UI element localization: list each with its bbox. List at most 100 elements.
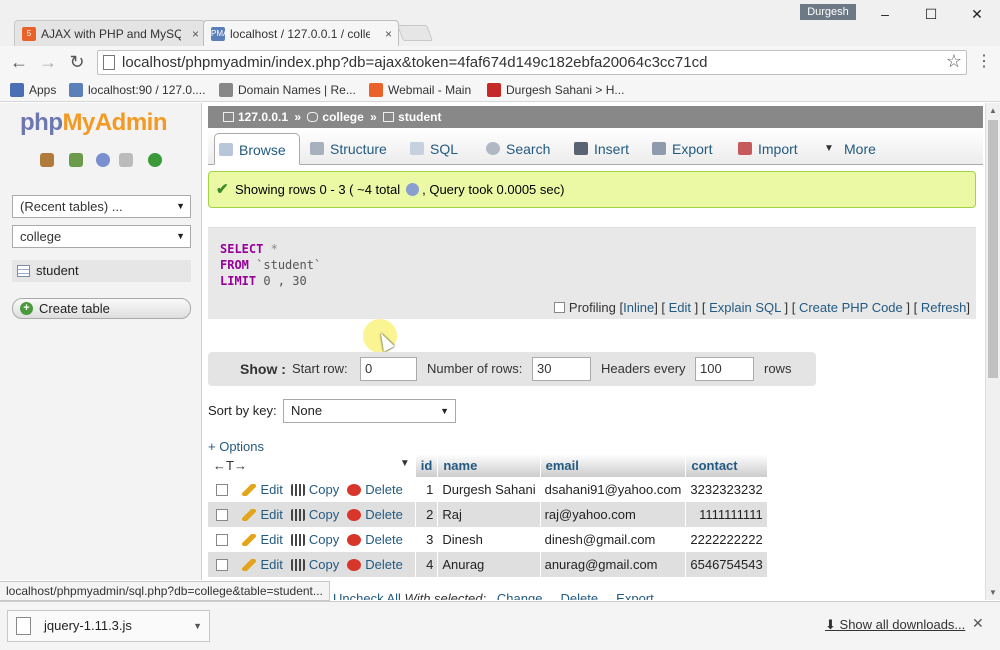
help-icon[interactable] — [96, 153, 110, 167]
recent-tables-select[interactable]: (Recent tables) ... ▼ — [12, 195, 191, 218]
show-all-downloads-link[interactable]: ⬇ Show all downloads... — [825, 617, 965, 633]
bulk-change-button[interactable]: Change — [497, 591, 543, 600]
tab-sql[interactable]: SQL — [406, 133, 458, 165]
breadcrumb-database[interactable]: college — [322, 110, 363, 124]
reload-navigation-icon[interactable] — [148, 153, 162, 167]
edit-row-button[interactable]: Edit — [242, 557, 283, 572]
bookmark-localhost[interactable]: localhost:90 / 127.0.... — [69, 82, 205, 98]
close-download-shelf-icon[interactable]: ✕ — [972, 615, 984, 632]
scroll-down-icon[interactable]: ▼ — [989, 588, 997, 597]
tab-export[interactable]: Export — [648, 133, 712, 165]
copy-row-button[interactable]: Copy — [290, 532, 340, 547]
tab-insert[interactable]: Insert — [570, 133, 629, 165]
headers-every-input[interactable]: 100 — [695, 357, 754, 381]
row-checkbox[interactable] — [216, 484, 228, 496]
create-table-button[interactable]: + Create table — [12, 298, 191, 319]
column-header-name[interactable]: name — [437, 454, 541, 477]
tree-item-student[interactable]: student — [12, 260, 191, 282]
tab-search[interactable]: Search — [482, 133, 550, 165]
maximize-icon[interactable]: ☐ — [916, 4, 946, 24]
number-of-rows-input[interactable]: 30 — [532, 357, 591, 381]
chrome-menu-icon[interactable]: ⋮ — [975, 51, 993, 73]
start-row-label: Start row: — [292, 361, 348, 376]
copy-row-button[interactable]: Copy — [290, 507, 339, 522]
help-icon[interactable] — [406, 183, 420, 196]
vertical-scrollbar[interactable]: ▲ ▼ — [985, 103, 1000, 600]
bookmark-webmail[interactable]: Webmail - Main — [369, 82, 471, 98]
edit-row-button[interactable]: Edit — [242, 532, 283, 547]
browser-tab-phpmyadmin[interactable]: PMA localhost / 127.0.0.1 / colle × — [203, 20, 399, 46]
edit-row-button[interactable]: Edit — [242, 507, 283, 522]
row-checkbox[interactable] — [216, 559, 228, 571]
bookmark-apps[interactable]: Apps — [10, 82, 56, 98]
uncheck-all-link[interactable]: Uncheck All — [333, 591, 401, 600]
delete-row-button[interactable]: Delete — [347, 532, 403, 547]
bulk-delete-button[interactable]: Delete — [561, 591, 599, 600]
back-arrow-icon[interactable]: ← — [8, 51, 30, 73]
show-label: Show : — [240, 361, 286, 377]
inline-link[interactable]: Inline — [623, 300, 654, 315]
edit-sql-link[interactable]: Edit — [669, 300, 691, 315]
profile-badge[interactable]: Durgesh — [800, 4, 856, 20]
start-row-input[interactable]: 0 — [360, 357, 417, 381]
row-checkbox[interactable] — [216, 509, 228, 521]
scrollbar-thumb[interactable] — [988, 120, 998, 378]
bookmark-star-icon[interactable]: ☆ — [946, 51, 962, 72]
new-tab-button[interactable] — [397, 25, 433, 41]
dropdown-caret-icon[interactable]: ▼ — [193, 611, 202, 641]
row-checkbox[interactable] — [216, 534, 228, 546]
options-toggle[interactable]: + Options — [208, 439, 264, 454]
sort-by-key-select[interactable]: None ▼ — [283, 399, 456, 423]
bookmarks-bar: Apps localhost:90 / 127.0.... Domain Nam… — [0, 78, 1000, 102]
table-row: Edit Copy Delete 4 Anurag anurag@gmail.com… — [208, 552, 768, 577]
tab-close-icon[interactable]: × — [192, 21, 199, 46]
column-header-contact[interactable]: contact — [685, 454, 768, 477]
tab-label: SQL — [430, 141, 459, 157]
tab-more[interactable]: ▼ More — [820, 133, 876, 165]
delete-row-button[interactable]: Delete — [347, 482, 403, 497]
copy-icon — [290, 559, 305, 571]
profiling-checkbox[interactable] — [553, 302, 565, 313]
bulk-export-button[interactable]: Export — [616, 591, 654, 600]
cell-id: 1 — [415, 477, 439, 502]
edit-row-button[interactable]: Edit — [242, 482, 283, 497]
url-text[interactable]: localhost/phpmyadmin/index.php?db=ajax&t… — [122, 54, 707, 71]
sort-caret-icon[interactable]: ▼ — [400, 458, 410, 469]
tab-browse[interactable]: Browse — [214, 133, 300, 165]
copy-row-button[interactable]: Copy — [290, 482, 339, 497]
download-item[interactable]: jquery-1.11.3.js ▼ — [7, 610, 210, 642]
phpmyadmin-logo[interactable]: phpMyAdmin — [20, 109, 167, 137]
bookmark-domain-names[interactable]: Domain Names | Re... — [219, 82, 356, 98]
dropdown-caret-icon: ▼ — [176, 231, 185, 241]
window-close-icon[interactable]: ✕ — [962, 4, 992, 24]
delete-row-button[interactable]: Delete — [347, 507, 403, 522]
address-bar[interactable]: localhost/phpmyadmin/index.php?db=ajax&t… — [97, 50, 967, 75]
tab-import[interactable]: Import — [734, 133, 798, 165]
breadcrumb-table[interactable]: student — [398, 110, 441, 124]
with-selected-label: With selected: — [404, 591, 487, 600]
column-header-id[interactable]: id — [415, 454, 439, 477]
server-icon — [223, 112, 234, 122]
database-value: college — [20, 229, 62, 244]
action-label: Copy — [308, 532, 340, 547]
bookmark-durgesh[interactable]: Durgesh Sahani > H... — [487, 82, 624, 98]
tab-structure[interactable]: Structure — [306, 133, 387, 165]
home-icon[interactable] — [40, 153, 54, 167]
delete-row-button[interactable]: Delete — [347, 557, 403, 572]
forward-arrow-icon[interactable]: → — [37, 51, 59, 73]
column-arrows-icon[interactable]: ←T→ — [213, 458, 247, 473]
copy-row-button[interactable]: Copy — [290, 557, 339, 572]
reload-icon[interactable]: ↻ — [66, 51, 88, 73]
database-select[interactable]: college ▼ — [12, 225, 191, 248]
breadcrumb-server[interactable]: 127.0.0.1 — [238, 110, 288, 124]
docs-icon[interactable] — [119, 153, 133, 167]
browser-tab-ajax[interactable]: 5 AJAX with PHP and MySQ × — [14, 20, 206, 46]
create-php-code-link[interactable]: Create PHP Code — [799, 300, 903, 315]
minimize-icon[interactable]: – — [870, 4, 900, 24]
tab-close-icon[interactable]: × — [385, 21, 392, 46]
column-header-email[interactable]: email — [540, 454, 687, 477]
scroll-up-icon[interactable]: ▲ — [989, 106, 997, 115]
refresh-link[interactable]: Refresh — [921, 300, 967, 315]
explain-sql-link[interactable]: Explain SQL — [709, 300, 781, 315]
logout-icon[interactable] — [69, 153, 83, 167]
